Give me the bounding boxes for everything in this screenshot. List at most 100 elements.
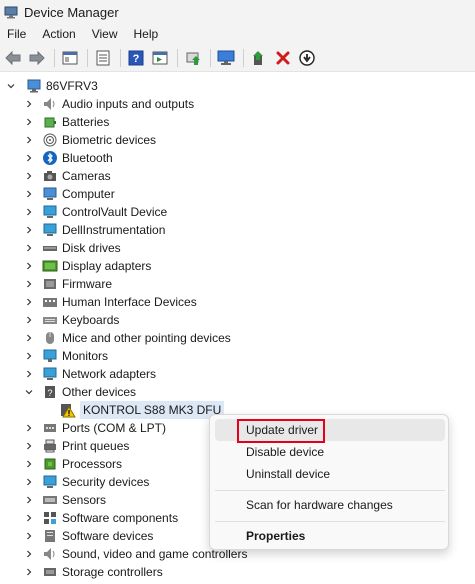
- menu-view[interactable]: View: [84, 24, 126, 44]
- tree-category-label: Sensors: [62, 493, 107, 507]
- tree-category-storage-controllers[interactable]: Storage controllers: [24, 563, 163, 581]
- tree-category-label: Network adapters: [62, 367, 157, 381]
- properties-menu-item[interactable]: Properties: [215, 525, 445, 547]
- update-driver-icon[interactable]: [182, 47, 204, 69]
- chevron-right-icon[interactable]: [24, 315, 34, 325]
- chevron-right-icon[interactable]: [24, 189, 34, 199]
- tree-category-label: Software devices: [62, 529, 154, 543]
- tree-category-label: Bluetooth: [62, 151, 113, 165]
- chevron-right-icon[interactable]: [24, 495, 34, 505]
- tree-category-security-devices[interactable]: Security devices: [24, 473, 149, 491]
- properties-icon[interactable]: [92, 47, 114, 69]
- menu-file[interactable]: File: [0, 24, 34, 44]
- ports-com-lpt-icon: [42, 420, 58, 436]
- scan-hardware-label: Scan for hardware changes: [246, 498, 393, 512]
- batteries-icon: [42, 114, 58, 130]
- tree-category-mice-and-other-pointing-devices[interactable]: Mice and other pointing devices: [24, 329, 231, 347]
- chevron-right-icon[interactable]: [24, 135, 34, 145]
- menu-help[interactable]: Help: [126, 24, 167, 44]
- chevron-right-icon[interactable]: [24, 549, 34, 559]
- tree-device-kontrol-s88[interactable]: KONTROL S88 MK3 DFU: [60, 401, 225, 419]
- chevron-right-icon[interactable]: [24, 279, 34, 289]
- tree-category-label: Disk drives: [62, 241, 121, 255]
- cameras-icon: [42, 168, 58, 184]
- chevron-right-icon[interactable]: [24, 153, 34, 163]
- chevron-right-icon[interactable]: [24, 423, 34, 433]
- tree-category-controlvault-device[interactable]: ControlVault Device: [24, 203, 167, 221]
- tree-category-software-devices[interactable]: Software devices: [24, 527, 153, 545]
- chevron-right-icon[interactable]: [24, 459, 34, 469]
- chevron-right-icon[interactable]: [24, 243, 34, 253]
- download-driver-icon[interactable]: [296, 47, 318, 69]
- tree-category-label: Print queues: [62, 439, 130, 453]
- tree-category-cameras[interactable]: Cameras: [24, 167, 111, 185]
- bluetooth-icon: [42, 150, 58, 166]
- forward-icon[interactable]: [26, 47, 48, 69]
- uninstall-device-menu-item[interactable]: Uninstall device: [215, 463, 445, 485]
- menu-separator: [215, 521, 445, 522]
- chevron-right-icon[interactable]: [24, 261, 34, 271]
- menu-action[interactable]: Action: [34, 24, 83, 44]
- tree-category-display-adapters[interactable]: Display adapters: [24, 257, 151, 275]
- controlvault-device-icon: [42, 204, 58, 220]
- chevron-right-icon[interactable]: [24, 99, 34, 109]
- network-adapters-icon: [42, 366, 58, 382]
- enable-device-icon[interactable]: [248, 47, 270, 69]
- chevron-right-icon[interactable]: [24, 369, 34, 379]
- tree-category-other-devices[interactable]: ? Other devices: [24, 383, 136, 401]
- tree-root[interactable]: 86VFRV3: [6, 77, 98, 95]
- tree-category-ports-com-lpt[interactable]: Ports (COM & LPT): [24, 419, 166, 437]
- chevron-right-icon[interactable]: [24, 531, 34, 541]
- tree-category-batteries[interactable]: Batteries: [24, 113, 109, 131]
- disable-device-menu-item[interactable]: Disable device: [215, 441, 445, 463]
- chevron-right-icon[interactable]: [24, 171, 34, 181]
- tree-category-sensors[interactable]: Sensors: [24, 491, 106, 509]
- tree-category-dellinstrumentation[interactable]: DellInstrumentation: [24, 221, 165, 239]
- chevron-right-icon[interactable]: [24, 207, 34, 217]
- chevron-right-icon[interactable]: [24, 225, 34, 235]
- chevron-right-icon[interactable]: [24, 351, 34, 361]
- chevron-right-icon[interactable]: [24, 117, 34, 127]
- tree-category-network-adapters[interactable]: Network adapters: [24, 365, 156, 383]
- chevron-down-icon[interactable]: [24, 387, 34, 397]
- tree-category-print-queues[interactable]: Print queues: [24, 437, 129, 455]
- show-hide-tree-icon[interactable]: [59, 47, 81, 69]
- tree-category-label: Display adapters: [62, 259, 152, 273]
- chevron-down-icon[interactable]: [6, 81, 16, 91]
- tree-category-audio-inputs-and-outputs[interactable]: Audio inputs and outputs: [24, 95, 194, 113]
- help-icon[interactable]: ?: [125, 47, 147, 69]
- scan-hardware-menu-item[interactable]: Scan for hardware changes: [215, 494, 445, 516]
- chevron-right-icon[interactable]: [24, 441, 34, 451]
- tree-category-label: Other devices: [62, 385, 137, 399]
- tree-category-firmware[interactable]: Firmware: [24, 275, 112, 293]
- software-components-icon: [42, 510, 58, 526]
- tree-category-bluetooth[interactable]: Bluetooth: [24, 149, 113, 167]
- storage-controllers-icon: [42, 564, 58, 580]
- sound-video-and-game-controllers-icon: [42, 546, 58, 562]
- back-icon[interactable]: [2, 47, 24, 69]
- dellinstrumentation-icon: [42, 222, 58, 238]
- menu-bar: File Action View Help: [0, 24, 475, 44]
- uninstall-device-label: Uninstall device: [246, 467, 331, 481]
- tree-category-keyboards[interactable]: Keyboards: [24, 311, 119, 329]
- chevron-right-icon[interactable]: [24, 513, 34, 523]
- menu-separator: [215, 490, 445, 491]
- chevron-right-icon[interactable]: [24, 567, 34, 577]
- tree-category-processors[interactable]: Processors: [24, 455, 122, 473]
- uninstall-device-icon[interactable]: [272, 47, 294, 69]
- scan-hardware-icon[interactable]: [215, 47, 237, 69]
- chevron-right-icon[interactable]: [24, 477, 34, 487]
- action-pane-icon[interactable]: [149, 47, 171, 69]
- chevron-right-icon[interactable]: [24, 297, 34, 307]
- tree-category-computer[interactable]: Computer: [24, 185, 115, 203]
- chevron-right-icon[interactable]: [24, 333, 34, 343]
- tree-category-monitors[interactable]: Monitors: [24, 347, 108, 365]
- warning-device-icon: [60, 402, 76, 418]
- tree-category-label: Computer: [62, 187, 115, 201]
- disk-drives-icon: [42, 240, 58, 256]
- tree-category-software-components[interactable]: Software components: [24, 509, 178, 527]
- display-adapters-icon: [42, 258, 58, 274]
- tree-category-biometric-devices[interactable]: Biometric devices: [24, 131, 156, 149]
- tree-category-disk-drives[interactable]: Disk drives: [24, 239, 121, 257]
- tree-category-human-interface-devices[interactable]: Human Interface Devices: [24, 293, 197, 311]
